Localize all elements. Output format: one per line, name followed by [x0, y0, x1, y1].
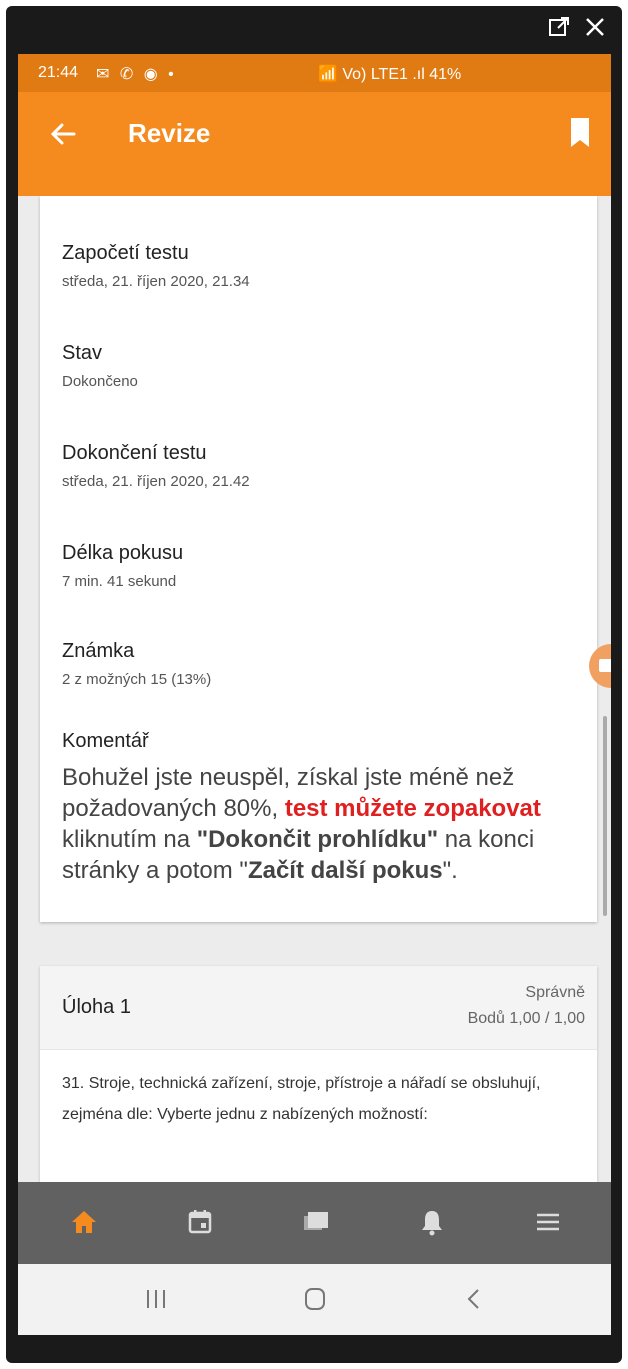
comment-part7: ". — [442, 857, 458, 884]
state-label: Stav — [62, 342, 103, 364]
page-title: Revize — [128, 118, 211, 148]
back-chevron-icon[interactable] — [454, 1282, 494, 1316]
attempt-summary-card: Započetí testu středa, 21. říjen 2020, 2… — [40, 196, 597, 922]
external-window-icon[interactable] — [546, 16, 572, 42]
arrow-back-icon[interactable] — [44, 114, 84, 154]
scrollbar-thumb[interactable] — [603, 716, 607, 916]
finished-value: středa, 21. říjen 2020, 21.42 — [62, 473, 250, 490]
started-value: středa, 21. říjen 2020, 21.34 — [62, 273, 250, 290]
question-points: Bodů 1,00 / 1,00 — [467, 1010, 585, 1027]
finished-field: Dokončení testu středa, 21. říjen 2020, … — [62, 442, 250, 490]
side-camera-icon[interactable] — [589, 644, 611, 688]
window-topbar — [6, 6, 622, 54]
comment-label: Komentář — [62, 730, 149, 752]
menu-icon[interactable] — [528, 1202, 568, 1242]
duration-field: Délka pokusu 7 min. 41 sekund — [62, 542, 183, 590]
status-time: 21:44 — [38, 64, 79, 81]
duration-value: 7 min. 41 sekund — [62, 573, 177, 590]
duration-label: Délka pokusu — [62, 542, 184, 564]
finished-label: Dokončení testu — [62, 442, 207, 464]
question-state: Správně — [525, 984, 585, 1001]
home-circle-icon[interactable] — [295, 1282, 335, 1316]
status-bar: 21:44 ✉ ✆ ◉ • 📶 Vo) LTE1 .ıl 41% — [18, 54, 611, 92]
question-text: 31. Stroje, technická zařízení, stroje, … — [62, 1075, 541, 1123]
started-label: Započetí testu — [62, 242, 189, 264]
bookmark-icon[interactable] — [568, 116, 592, 150]
close-icon[interactable] — [582, 16, 608, 42]
home-icon[interactable] — [64, 1202, 104, 1242]
grade-value: 2 z možných 15 (13%) — [62, 671, 212, 688]
comment-retry-highlight: test můžete zopakovat — [284, 795, 541, 822]
bottom-navigation — [18, 1182, 611, 1264]
app-bar: Revize — [18, 92, 611, 196]
comment-finish-review: "Dokončit prohlídku" — [196, 826, 439, 853]
question-name: Úloha 1 — [62, 996, 131, 1018]
system-navigation — [18, 1264, 611, 1335]
state-field: Stav Dokončeno — [62, 342, 138, 390]
status-icons: ✉ ✆ ◉ • — [96, 66, 177, 83]
question-header: Úloha 1 Správně Bodů 1,00 / 1,00 — [40, 966, 597, 1050]
started-field: Započetí testu středa, 21. říjen 2020, 2… — [62, 242, 250, 290]
messages-icon[interactable] — [296, 1202, 336, 1242]
recent-apps-icon[interactable] — [136, 1282, 176, 1316]
comment-new-attempt: Začít další pokus — [247, 857, 443, 884]
state-value: Dokončeno — [62, 373, 138, 390]
device-frame: 21:44 ✉ ✆ ◉ • 📶 Vo) LTE1 .ıl 41% Revize … — [6, 6, 622, 1363]
comment-part3: kliknutím na — [62, 826, 197, 853]
status-signal-battery: 📶 Vo) LTE1 .ıl 41% — [318, 66, 462, 83]
phone-screen: 21:44 ✉ ✆ ◉ • 📶 Vo) LTE1 .ıl 41% Revize … — [18, 54, 611, 1335]
comment-text: Bohužel jste neuspěl, získal jste méně n… — [62, 762, 582, 886]
content-scroll[interactable]: Započetí testu středa, 21. říjen 2020, 2… — [18, 196, 611, 1252]
grade-label: Známka — [62, 640, 135, 662]
grade-field: Známka 2 z možných 15 (13%) — [62, 640, 211, 688]
question-status: Správně Bodů 1,00 / 1,00 — [468, 980, 585, 1032]
notifications-icon[interactable] — [412, 1202, 452, 1242]
calendar-icon[interactable] — [180, 1202, 220, 1242]
